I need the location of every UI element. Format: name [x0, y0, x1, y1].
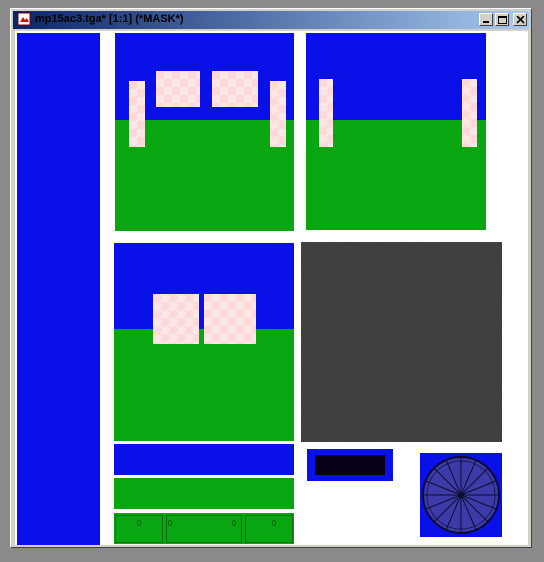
texture-strip-green: [114, 478, 294, 509]
window-pane-left: [129, 81, 145, 147]
door-handle: [168, 520, 172, 526]
minimize-button[interactable]: [479, 13, 493, 26]
close-icon: [516, 16, 525, 24]
texture-panel-middle-left: [114, 243, 294, 441]
texture-canvas[interactable]: [15, 31, 528, 545]
panel-ground: [306, 120, 486, 230]
panel-sky: [306, 33, 486, 120]
texture-metal-plate: [301, 242, 502, 442]
texture-sign: [307, 449, 393, 481]
window-pane-right: [204, 294, 256, 344]
window-pane-mid-left: [156, 71, 200, 107]
minimize-icon: [483, 21, 489, 23]
panel-ground: [114, 329, 294, 441]
window-pane-left: [319, 79, 333, 147]
texture-panel-top-right: [306, 33, 486, 230]
texture-strip-left: [17, 33, 100, 545]
sign-panel: [315, 455, 385, 475]
wheel-icon: [422, 456, 500, 534]
texture-wheel-tile: [420, 453, 502, 537]
door-handle: [272, 520, 276, 526]
door-panel: [245, 515, 293, 543]
maximize-button[interactable]: [495, 13, 509, 26]
door-handle: [137, 520, 141, 526]
window-pane-mid-right: [212, 71, 258, 107]
title-bar[interactable]: mp15ac3.tga* [1:1] (*MASK*): [13, 11, 529, 29]
image-file-icon: [17, 12, 31, 26]
texture-strip-doors: [114, 513, 294, 544]
window-title: mp15ac3.tga* [1:1] (*MASK*): [35, 13, 184, 25]
close-button[interactable]: [513, 13, 527, 26]
window-pane-right: [270, 81, 286, 147]
texture-strip-blue: [114, 444, 294, 475]
window-pane-right: [462, 79, 477, 147]
door-handle: [232, 520, 236, 526]
image-window: mp15ac3.tga* [1:1] (*MASK*): [10, 8, 532, 548]
door-panel: [166, 515, 242, 543]
window-pane-left: [153, 294, 199, 344]
maximize-icon: [498, 16, 507, 24]
texture-panel-top-left: [115, 33, 294, 231]
